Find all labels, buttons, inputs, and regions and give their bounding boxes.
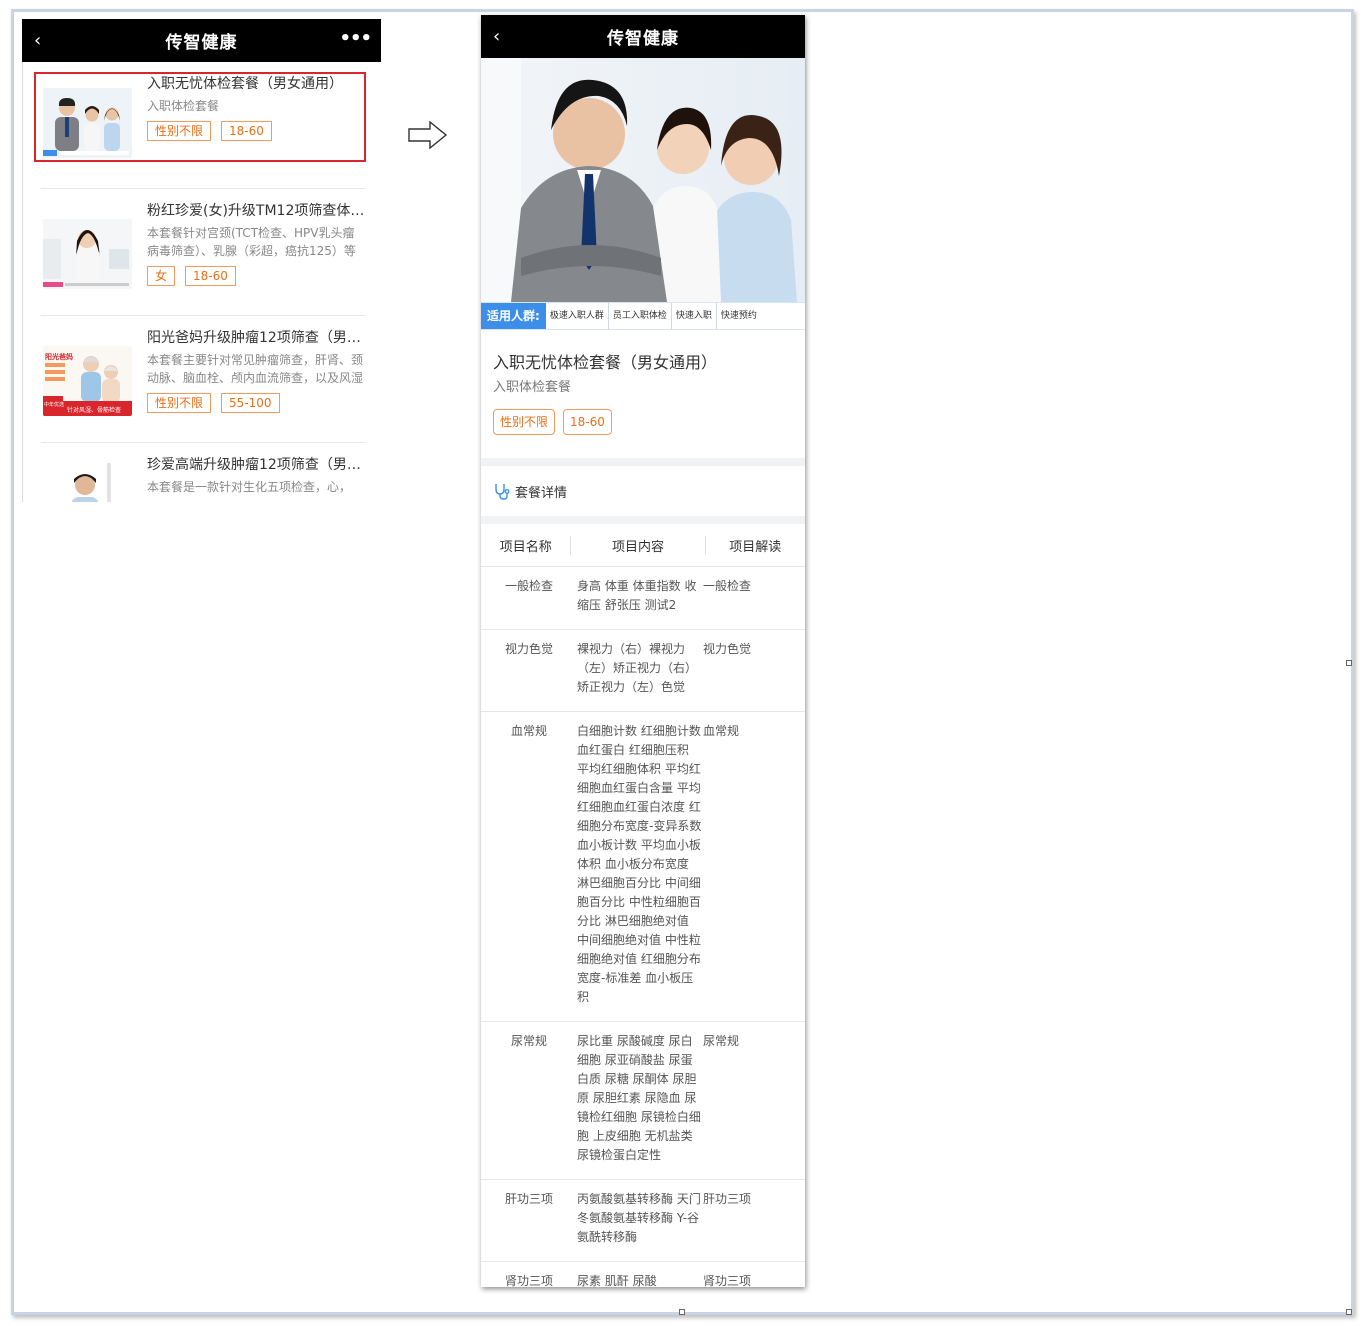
- resize-handle[interactable]: [1346, 660, 1352, 666]
- hero-image: [481, 58, 805, 302]
- table-row: 一般检查 身高 体重 体重指数 收缩压 舒张压 测试2 一般检查: [481, 567, 805, 630]
- back-icon[interactable]: ‹: [493, 26, 500, 47]
- arrow-right-icon: [408, 121, 448, 149]
- item-note: 尿常规: [703, 1034, 740, 1048]
- list-item[interactable]: 粉红珍爱(女)升级TM12项筛查体检套餐 本套餐针对宫颈(TCT检查、HPV乳头…: [41, 189, 365, 316]
- gender-tag: 女: [147, 266, 176, 286]
- package-title: 粉红珍爱(女)升级TM12项筛查体检套餐: [147, 203, 365, 219]
- item-name: 尿常规: [510, 1034, 547, 1048]
- item-name: 肾功三项: [504, 1274, 553, 1287]
- stethoscope-icon: [495, 484, 510, 500]
- item-name: 肝功三项: [504, 1192, 553, 1206]
- section-header: 套餐详情: [481, 466, 805, 516]
- thumb-banner-text: 针对风湿、骨筋检查: [67, 406, 121, 414]
- item-content: 身高 体重 体重指数 收缩压 舒张压 测试2: [577, 579, 697, 612]
- package-desc: 本套餐是一款针对生化五项检查，心，: [147, 480, 352, 494]
- age-tag: 55-100: [221, 393, 280, 413]
- back-icon[interactable]: ‹: [34, 30, 41, 51]
- list-phone-screen: ‹ 传智健康 ••• 入职无忧体检套餐（男女通用） 入职体检套餐 性别不限 18…: [22, 19, 381, 502]
- table-row: 肾功三项 尿素 肌酐 尿酸 肾功三项: [481, 1262, 805, 1287]
- column-header: 项目名称: [481, 535, 572, 555]
- item-name: 视力色觉: [504, 642, 553, 656]
- item-content: 尿比重 尿酸碱度 尿白细胞 尿亚硝酸盐 尿蛋白质 尿糖 尿酮体 尿胆原 尿胆红素…: [577, 1034, 701, 1162]
- gender-tag: 性别不限: [493, 409, 556, 435]
- package-desc: 本套餐针对宫颈(TCT检查、HPV乳头瘤病毒筛查）、乳腺（彩超，癌抗125）等: [147, 226, 356, 258]
- package-thumbnail: [43, 219, 132, 289]
- item-content: 裸视力（右）裸视力（左）矫正视力（右）矫正视力（左）色觉: [577, 642, 698, 694]
- item-note: 肾功三项: [703, 1274, 752, 1287]
- package-subtitle: 入职体检套餐: [493, 380, 572, 395]
- item-name: 血常规: [510, 724, 547, 738]
- item-note: 一般检查: [703, 579, 752, 593]
- package-title: 珍爱高端升级肿瘤12项筛查（男女单人）: [147, 457, 365, 473]
- package-thumbnail: 阳光爸妈 中年优选 针对风湿、骨筋检查: [43, 346, 132, 416]
- resize-handle[interactable]: [679, 1309, 685, 1315]
- section-divider: [481, 458, 805, 466]
- table-row: 肝功三项 丙氨酸氨基转移酶 天门冬氨酸氨基转移酶 Y-谷氨酰转移酶 肝功三项: [481, 1180, 805, 1262]
- package-title: 入职无忧体检套餐（男女通用）: [493, 353, 718, 372]
- item-content: 尿素 肌酐 尿酸: [577, 1274, 657, 1287]
- resize-handle[interactable]: [1346, 1309, 1352, 1315]
- age-tag: 18-60: [563, 409, 612, 435]
- top-bar: ‹ 传智健康 •••: [22, 19, 381, 62]
- age-tag: 18-60: [185, 266, 236, 286]
- selected-item-highlight: [34, 72, 366, 162]
- item-content: 白细胞计数 红细胞计数 血红蛋白 红细胞压积 平均红细胞体积 平均红细胞血红蛋白…: [577, 724, 702, 1004]
- crowd-tag: 极速入职人群: [546, 303, 609, 329]
- item-note: 肝功三项: [703, 1192, 752, 1206]
- item-name: 一般检查: [504, 579, 553, 593]
- crowd-tag: 快速入职: [672, 303, 717, 329]
- table-row: 血常规 白细胞计数 红细胞计数 血红蛋白 红细胞压积 平均红细胞体积 平均红细胞…: [481, 712, 805, 1022]
- crowd-label: 适用人群:: [481, 303, 546, 329]
- table-row: 视力色觉 裸视力（右）裸视力（左）矫正视力（右）矫正视力（左）色觉 视力色觉: [481, 630, 805, 712]
- crowd-tag: 员工入职体检: [609, 303, 672, 329]
- list-item[interactable]: 珍爱高端升级肿瘤12项筛查（男女单人） 本套餐是一款针对生化五项检查，心，: [41, 443, 365, 502]
- more-icon[interactable]: •••: [339, 28, 372, 49]
- item-content: 丙氨酸氨基转移酶 天门冬氨酸氨基转移酶 Y-谷氨酰转移酶: [577, 1192, 701, 1244]
- page-title: 传智健康: [607, 29, 679, 49]
- crowd-tag: 快速预约: [720, 311, 757, 321]
- column-header: 项目解读: [729, 539, 782, 555]
- item-note: 视力色觉: [703, 642, 752, 656]
- thumb-badge-text: 中年优选: [44, 401, 64, 408]
- crowd-tag-bar: 适用人群: 极速入职人群 员工入职体检 快速入职 快速预约: [481, 302, 805, 330]
- package-title: 阳光爸妈升级肿瘤12项筛查（男女单人）: [147, 330, 365, 346]
- gender-tag: 性别不限: [147, 393, 212, 413]
- table-header: 项目名称 项目内容 项目解读: [481, 524, 805, 567]
- page-title: 传智健康: [165, 33, 238, 53]
- table-row: 尿常规 尿比重 尿酸碱度 尿白细胞 尿亚硝酸盐 尿蛋白质 尿糖 尿酮体 尿胆原 …: [481, 1022, 805, 1180]
- section-title: 套餐详情: [515, 485, 568, 501]
- package-info: 入职无忧体检套餐（男女通用） 入职体检套餐 性别不限 18-60: [481, 330, 805, 458]
- thumb-brand-text: 阳光爸妈: [45, 352, 73, 361]
- top-bar: ‹ 传智健康: [481, 15, 805, 58]
- package-desc: 本套餐主要针对常见肿瘤筛查，肝肾、颈动脉、脑血栓、颅内血流筛查，以及风湿类: [147, 353, 364, 385]
- package-thumbnail: [43, 463, 132, 502]
- item-note: 血常规: [703, 724, 740, 738]
- detail-phone-screen: ‹ 传智健康 适用人群: 极速入职人群 员工入职体检 快速入职 快速预约 入职无…: [481, 15, 805, 1287]
- list-item[interactable]: 阳光爸妈 中年优选 针对风湿、骨筋检查 阳光爸妈升级肿瘤12项筛查（男女单人） …: [41, 316, 365, 443]
- column-header: 项目内容: [571, 535, 706, 555]
- section-divider: [481, 516, 805, 524]
